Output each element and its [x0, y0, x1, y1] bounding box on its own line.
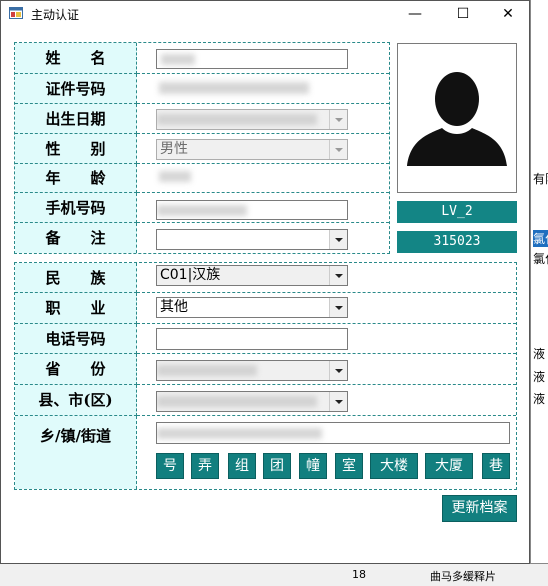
name-input[interactable] — [156, 49, 348, 69]
chevron-down-icon[interactable] — [329, 140, 347, 159]
gender-select[interactable]: 男性 — [156, 139, 348, 160]
background-app-strip: 有限 氯化 氯化 液 液 液 — [530, 0, 548, 585]
bg-fragment: 液 — [533, 347, 546, 361]
mobile-label: 手机号码 — [15, 193, 137, 223]
birth-date-label: 出生日期 — [15, 104, 137, 134]
redacted-value — [157, 428, 322, 439]
photo-frame — [397, 43, 517, 193]
redacted-value — [157, 365, 257, 376]
phone-input[interactable] — [156, 328, 348, 350]
county-select[interactable] — [156, 391, 348, 412]
title-bar: 主动认证 — ☐ ✕ — [1, 1, 529, 27]
update-profile-button[interactable]: 更新档案 — [442, 495, 517, 522]
level-badge: LV_2 — [397, 201, 517, 223]
insert-xiang-button[interactable]: 巷 — [482, 453, 510, 479]
occupation-value: 其他 — [160, 299, 188, 315]
code-badge: 315023 — [397, 231, 517, 253]
bg-fragment: 有限 — [533, 172, 548, 186]
bg-fragment: 氯化 — [533, 230, 548, 247]
redacted-value — [157, 396, 317, 407]
maximize-button[interactable]: ☐ — [440, 1, 486, 27]
ethnicity-select[interactable]: C01|汉族 — [156, 265, 348, 286]
remark-label: 备 注 — [15, 223, 137, 253]
phone-label: 电话号码 — [15, 324, 137, 354]
age-label: 年 龄 — [15, 164, 137, 193]
close-button[interactable]: ✕ — [485, 1, 531, 27]
province-select[interactable] — [156, 360, 348, 381]
chevron-down-icon[interactable] — [329, 361, 347, 380]
insert-hao-button[interactable]: 号 — [156, 453, 184, 479]
insert-dasha-button[interactable]: 大厦 — [425, 453, 473, 479]
id-number-value-redacted — [159, 82, 309, 94]
window-title: 主动认证 — [31, 8, 80, 22]
bg-cell: 18 — [352, 568, 366, 581]
mobile-input[interactable] — [156, 200, 348, 220]
insert-zhuang-button[interactable]: 幢 — [299, 453, 327, 479]
auth-dialog: 主动认证 — ☐ ✕ 姓 名 证件号码 出生日期 性 别 年 龄 手机号码 备 … — [0, 0, 530, 564]
chevron-down-icon[interactable] — [329, 230, 347, 249]
bg-fragment: 氯化 — [533, 252, 548, 266]
occupation-select[interactable]: 其他 — [156, 297, 348, 318]
id-number-label: 证件号码 — [15, 74, 137, 104]
redacted-value — [157, 114, 317, 125]
insert-nong-button[interactable]: 弄 — [191, 453, 219, 479]
chevron-down-icon[interactable] — [329, 298, 347, 317]
gender-value: 男性 — [160, 141, 188, 157]
bg-fragment: 液 — [533, 392, 546, 406]
background-app-row: 18 曲马多缓释片 — [0, 563, 548, 586]
province-label: 省 份 — [15, 354, 137, 385]
gender-label: 性 别 — [15, 134, 137, 164]
street-label: 乡/镇/街道 — [15, 416, 137, 489]
county-label: 县、市(区) — [15, 385, 137, 416]
minimize-button[interactable]: — — [392, 1, 438, 27]
ethnicity-value: C01|汉族 — [160, 267, 221, 283]
insert-shi-button[interactable]: 室 — [335, 453, 363, 479]
person-silhouette-icon — [407, 72, 507, 166]
street-input[interactable] — [156, 422, 510, 444]
birth-date-picker[interactable] — [156, 109, 348, 130]
remark-select[interactable] — [156, 229, 348, 250]
chevron-down-icon[interactable] — [329, 266, 347, 285]
occupation-label: 职 业 — [15, 293, 137, 324]
redacted-value — [161, 54, 195, 65]
bg-cell: 曲马多缓释片 — [430, 570, 496, 583]
chevron-down-icon[interactable] — [329, 392, 347, 411]
chevron-down-icon[interactable] — [329, 110, 347, 129]
redacted-value — [157, 205, 247, 216]
insert-zu-button[interactable]: 组 — [228, 453, 256, 479]
name-label: 姓 名 — [15, 43, 137, 74]
bg-fragment: 液 — [533, 370, 546, 384]
insert-tuan-button[interactable]: 团 — [263, 453, 291, 479]
age-value-redacted — [159, 171, 191, 182]
insert-dalou-button[interactable]: 大楼 — [370, 453, 418, 479]
app-window-icon — [9, 7, 23, 19]
ethnicity-label: 民 族 — [15, 263, 137, 293]
